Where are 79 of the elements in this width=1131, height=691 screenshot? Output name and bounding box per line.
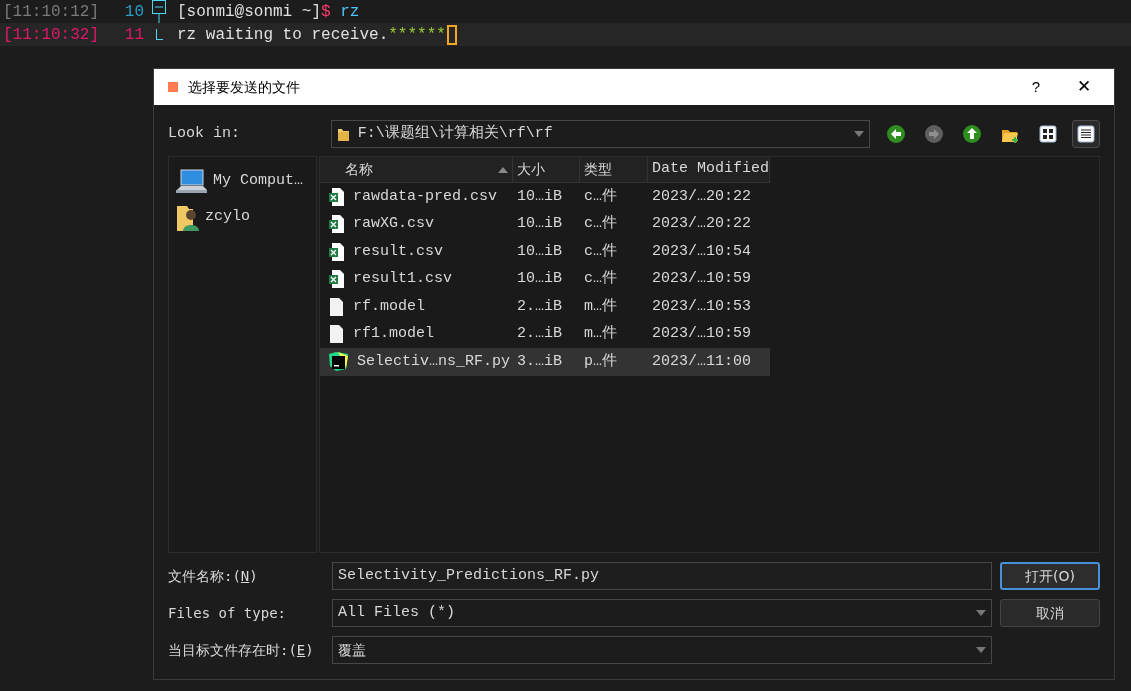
field-label: Files of type: (168, 603, 287, 623)
file-row[interactable]: Selectiv…ns_RF.py 3.…iB p…件 2023/…11:00 (320, 348, 770, 376)
dropdown[interactable]: 覆盖 (332, 636, 992, 664)
file-type: p…件 (584, 352, 617, 370)
column-header[interactable]: Date Modified (648, 157, 770, 183)
file-row[interactable]: rawdata-pred.csv 10…iB c…件 2023/…20:22 (320, 183, 770, 211)
timestamp: [11:10:12] (2, 1, 100, 23)
field-label: 文件名称:(N) (168, 566, 259, 586)
file-row[interactable]: result1.csv 10…iB c…件 2023/…10:59 (320, 265, 770, 293)
file-name: Selectiv…ns_RF.py (357, 351, 511, 372)
line-number: 10 (123, 1, 144, 23)
column-header[interactable]: 名称 (320, 157, 513, 183)
file-name: rawdata-pred.csv (353, 186, 498, 207)
column-header[interactable]: 类型 (580, 157, 648, 183)
file-name: result.csv (353, 241, 443, 262)
file-name: rawXG.csv (353, 214, 434, 234)
file-size: 3.…iB (517, 352, 562, 370)
close-button[interactable]: ✕ (1056, 74, 1112, 100)
file-date: 2023/…10:59 (652, 325, 752, 342)
location-dropdown[interactable]: F:\课题组\计算相关\rf\rf (330, 120, 870, 148)
grid-view-icon (1038, 124, 1058, 144)
open-button[interactable]: 打开(O) (1000, 562, 1100, 590)
file-row[interactable]: rf.model 2.…iB m…件 2023/…10:53 (320, 293, 770, 321)
file-size: 10…iB (517, 187, 562, 205)
list-view-button[interactable] (1072, 120, 1100, 148)
sidebar-item[interactable]: zcylo (169, 199, 316, 235)
file-type: c…件 (584, 242, 617, 260)
file-type: c…件 (584, 187, 617, 205)
timestamp: [11:10:32] (2, 24, 100, 46)
sidebar-item[interactable]: My Comput… (169, 163, 316, 199)
spreadsheet-file-icon (328, 269, 345, 290)
file-row[interactable]: result.csv 10…iB c…件 2023/…10:54 (320, 238, 770, 266)
file-type: m…件 (584, 325, 617, 342)
user-folder-icon (175, 203, 199, 231)
fold-line-icon (155, 29, 163, 40)
terminal-text: [sonmi@sonmi ~]$ rz (176, 1, 360, 23)
window-title: 选择要发送的文件 (188, 77, 301, 97)
list-view-icon (1076, 124, 1096, 144)
terminal-text: rz waiting to receive.****** (176, 24, 446, 46)
line-number: 11 (123, 24, 144, 46)
app-icon (168, 82, 178, 92)
file-date: 2023/…10:59 (652, 270, 752, 287)
file-name: rf1.model (353, 324, 434, 344)
cancel-button[interactable]: 取消 (1000, 599, 1100, 627)
dropdown-arrow-icon (976, 610, 986, 616)
spreadsheet-file-icon (328, 186, 345, 207)
field-label: Look in: (168, 123, 241, 144)
file-type: m…件 (584, 297, 617, 315)
file-size: 10…iB (517, 242, 562, 260)
file-name-field[interactable]: Selectivity_Predictions_RF.py (332, 562, 992, 590)
file-name: rf.model (353, 296, 425, 317)
file-size: 10…iB (517, 270, 562, 287)
column-header[interactable]: 大小 (513, 157, 580, 183)
file-row[interactable]: rf1.model 2.…iB m…件 2023/…10:59 (320, 320, 770, 348)
file-date: 2023/…20:22 (652, 215, 752, 232)
file-size: 10…iB (517, 215, 562, 232)
folder-icon (336, 126, 350, 142)
computer-icon (175, 168, 207, 194)
file-row[interactable]: rawXG.csv 10…iB c…件 2023/…20:22 (320, 210, 770, 238)
file-icon (328, 324, 345, 345)
fold-toggle-icon[interactable] (152, 0, 166, 23)
file-date: 2023/…11:00 (652, 352, 752, 370)
file-name: result1.csv (353, 269, 453, 289)
dropdown[interactable]: All Files (*) (332, 599, 992, 627)
file-date: 2023/…20:22 (652, 187, 752, 205)
file-size: 2.…iB (517, 297, 562, 315)
python-file-icon (328, 351, 349, 373)
dropdown-arrow-icon (854, 131, 864, 137)
spreadsheet-file-icon (328, 214, 345, 235)
spreadsheet-file-icon (328, 241, 345, 262)
file-date: 2023/…10:54 (652, 242, 752, 260)
file-type: c…件 (584, 270, 617, 287)
file-icon (328, 296, 345, 317)
help-button[interactable]: ? (1016, 75, 1056, 99)
file-type: c…件 (584, 215, 617, 232)
field-label: 当目标文件存在时:(E) (168, 640, 315, 660)
file-date: 2023/…10:53 (652, 297, 752, 315)
file-size: 2.…iB (517, 325, 562, 342)
dropdown-arrow-icon (976, 647, 986, 653)
